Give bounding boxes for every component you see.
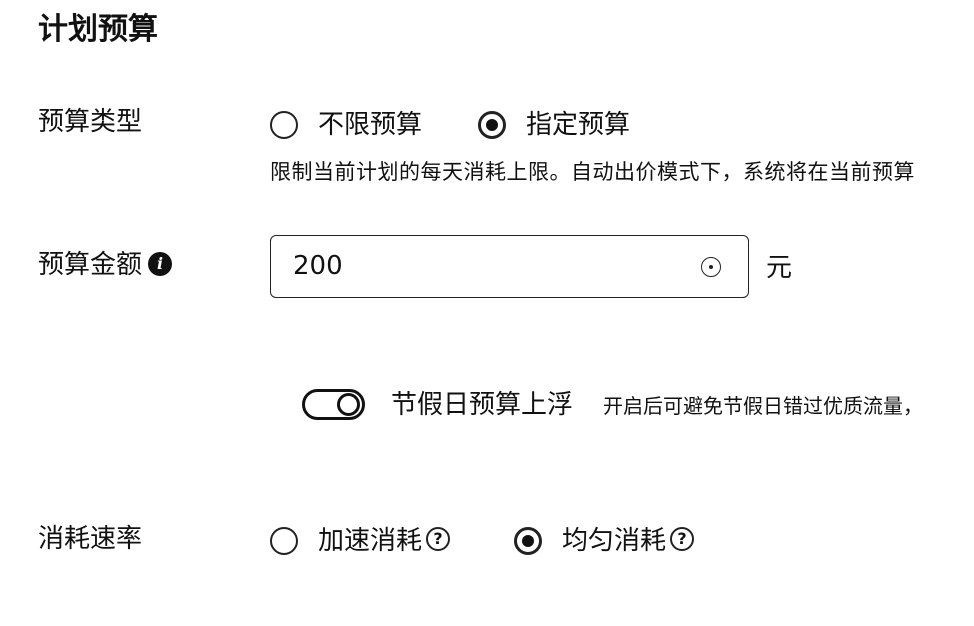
- budget-amount-unit: 元: [766, 253, 793, 283]
- question-icon[interactable]: ?: [426, 527, 451, 551]
- radio-specified-budget[interactable]: 指定预算: [478, 105, 630, 145]
- radio-circle-unchecked-icon[interactable]: [270, 527, 298, 555]
- radio-circle-checked-icon[interactable]: [514, 527, 542, 555]
- pace-label: 消耗速率: [38, 524, 143, 554]
- radio-unlimited-budget-label: 不限预算: [318, 110, 423, 140]
- radio-accelerated-pace[interactable]: 加速消耗 ?: [270, 521, 451, 561]
- budget-type-hint: 限制当前计划的每天消耗上限。自动出价模式下，系统将在当前预算: [270, 160, 915, 184]
- radio-even-pace-label: 均匀消耗: [562, 526, 667, 556]
- radio-circle-unchecked-icon[interactable]: [270, 111, 298, 139]
- radio-specified-budget-label: 指定预算: [526, 110, 631, 140]
- question-icon[interactable]: ?: [670, 527, 695, 551]
- section-title: 计划预算: [38, 12, 158, 47]
- budget-type-label: 预算类型: [38, 107, 143, 137]
- clear-icon[interactable]: [701, 257, 721, 277]
- holiday-float-label: 节假日预算上浮: [391, 390, 574, 420]
- budget-amount-label-text: 预算金额: [38, 250, 143, 280]
- radio-accelerated-pace-label: 加速消耗: [318, 526, 423, 556]
- toggle-knob: [337, 393, 360, 416]
- budget-amount-label: 预算金额 i: [38, 249, 173, 281]
- info-icon[interactable]: i: [148, 251, 173, 276]
- budget-amount-input[interactable]: [293, 236, 673, 296]
- radio-circle-checked-icon[interactable]: [478, 111, 506, 139]
- radio-even-pace[interactable]: 均匀消耗 ?: [514, 521, 695, 561]
- radio-unlimited-budget[interactable]: 不限预算: [270, 105, 422, 145]
- holiday-float-toggle[interactable]: [302, 389, 365, 420]
- budget-amount-field[interactable]: [270, 235, 749, 298]
- holiday-float-description: 开启后可避免节假日错过优质流量，: [603, 394, 923, 418]
